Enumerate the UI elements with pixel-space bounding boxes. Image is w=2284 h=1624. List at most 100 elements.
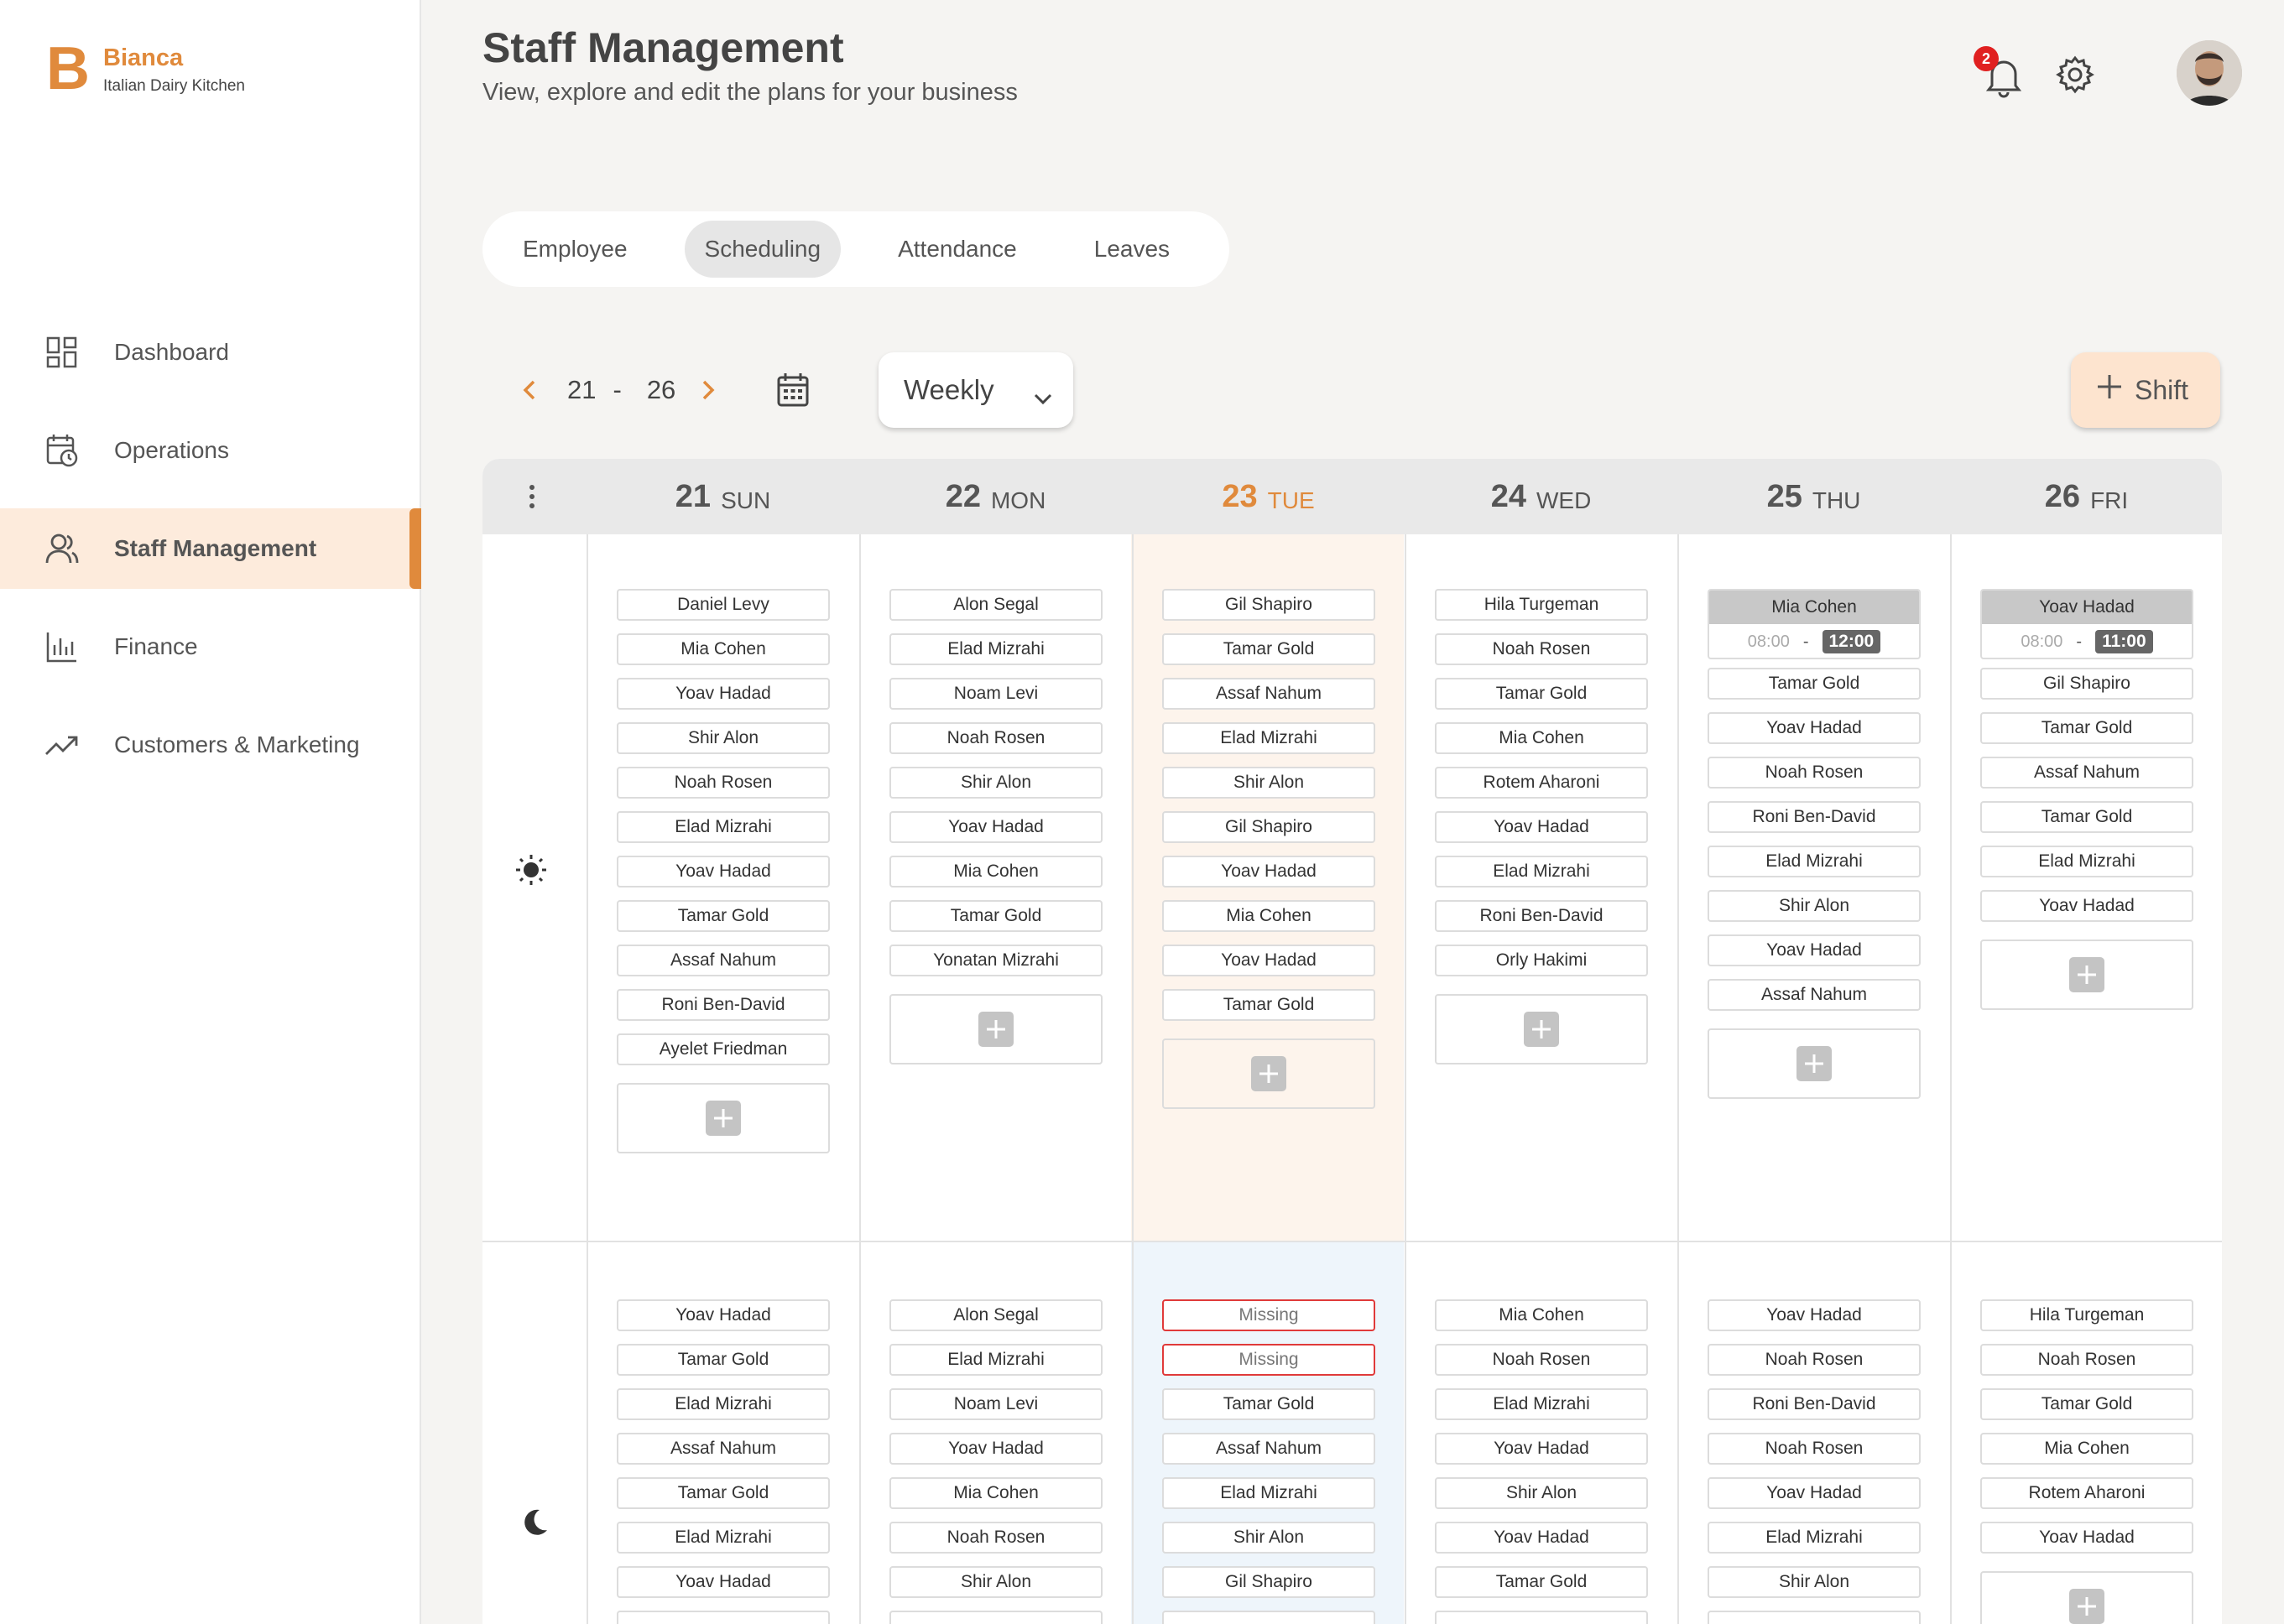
employee-shift-chip[interactable]: Tamar Gold [617, 1344, 830, 1376]
sidebar-item-finance[interactable]: Finance [0, 606, 421, 687]
day-header-tue[interactable]: 23 TUE [1132, 459, 1405, 534]
employee-shift-chip[interactable] [1435, 1611, 1648, 1624]
employee-shift-chip[interactable]: Mia Cohen [1435, 1299, 1648, 1331]
sidebar-item-dashboard[interactable]: Dashboard [0, 312, 421, 393]
missing-shift-chip[interactable]: Missing [1162, 1344, 1375, 1376]
employee-shift-chip[interactable]: Rotem Aharoni [1435, 767, 1648, 799]
employee-shift-chip[interactable]: Orly Hakimi [1435, 945, 1648, 976]
add-employee-button[interactable] [617, 1083, 830, 1153]
employee-shift-chip[interactable]: Yoav Hadad [617, 678, 830, 710]
employee-shift-chip[interactable]: Roni Ben-David [1435, 900, 1648, 932]
employee-shift-chip[interactable] [1708, 1611, 1921, 1624]
employee-shift-chip[interactable]: Shir Alon [1708, 1566, 1921, 1598]
employee-shift-chip[interactable]: Tamar Gold [1708, 668, 1921, 700]
employee-shift-chip[interactable] [1162, 1611, 1375, 1624]
employee-shift-chip[interactable]: Noam Levi [889, 1388, 1103, 1420]
employee-shift-chip[interactable]: Tamar Gold [1980, 1388, 2193, 1420]
employee-shift-chip[interactable] [617, 1611, 830, 1624]
employee-shift-chip[interactable]: Noah Rosen [889, 722, 1103, 754]
employee-shift-chip[interactable]: Tamar Gold [1435, 678, 1648, 710]
add-employee-button[interactable] [1435, 994, 1648, 1064]
employee-shift-chip[interactable]: Elad Mizrahi [617, 1388, 830, 1420]
day-header-fri[interactable]: 26 FRI [1950, 459, 2222, 534]
employee-shift-chip[interactable]: Gil Shapiro [1162, 1566, 1375, 1598]
employee-shift-chip[interactable]: Tamar Gold [1435, 1566, 1648, 1598]
employee-shift-chip[interactable]: Ayelet Friedman [617, 1033, 830, 1065]
shift-end-time[interactable]: 11:00 [2095, 630, 2153, 653]
employee-shift-chip[interactable]: Tamar Gold [1162, 633, 1375, 665]
employee-shift-chip[interactable]: Yoav Hadad [617, 856, 830, 887]
employee-shift-chip[interactable]: Shir Alon [889, 1566, 1103, 1598]
tab-scheduling[interactable]: Scheduling [684, 221, 842, 278]
employee-shift-chip[interactable]: Tamar Gold [889, 900, 1103, 932]
chevron-left-icon[interactable] [517, 369, 542, 411]
tab-leaves[interactable]: Leaves [1074, 221, 1190, 278]
employee-shift-chip[interactable]: Elad Mizrahi [1162, 1477, 1375, 1509]
employee-shift-chip[interactable]: Shir Alon [889, 767, 1103, 799]
employee-shift-chip[interactable]: Yoav Hadad [1708, 1299, 1921, 1331]
employee-shift-chip[interactable]: Yoav Hadad [1708, 712, 1921, 744]
tab-employee[interactable]: Employee [503, 221, 648, 278]
more-vertical-icon[interactable] [529, 484, 535, 509]
tab-attendance[interactable]: Attendance [878, 221, 1037, 278]
employee-shift-chip[interactable]: Mia Cohen [889, 856, 1103, 887]
employee-shift-chip[interactable]: Roni Ben-David [1708, 801, 1921, 833]
employee-shift-chip[interactable]: Yoav Hadad [1435, 811, 1648, 843]
employee-shift-chip[interactable]: Noah Rosen [1435, 1344, 1648, 1376]
add-employee-button[interactable] [1708, 1028, 1921, 1099]
employee-shift-chip[interactable]: Gil Shapiro [1162, 589, 1375, 621]
day-header-wed[interactable]: 24 WED [1405, 459, 1677, 534]
day-header-mon[interactable]: 22 MON [859, 459, 1132, 534]
day-header-thu[interactable]: 25 THU [1677, 459, 1950, 534]
employee-shift-chip[interactable]: Yoav Hadad [1162, 856, 1375, 887]
employee-shift-chip[interactable]: Yoav Hadad [1162, 945, 1375, 976]
employee-shift-chip[interactable]: Elad Mizrahi [1435, 1388, 1648, 1420]
employee-shift-chip[interactable]: Elad Mizrahi [1435, 856, 1648, 887]
employee-shift-chip[interactable]: Yoav Hadad [1708, 1477, 1921, 1509]
add-employee-button[interactable] [1980, 1571, 2193, 1624]
employee-shift-chip[interactable]: Assaf Nahum [1162, 1433, 1375, 1465]
employee-shift-chip[interactable]: Tamar Gold [1980, 712, 2193, 744]
employee-shift-chip[interactable] [889, 1611, 1103, 1624]
employee-shift-chip[interactable]: Yoav Hadad [617, 1566, 830, 1598]
employee-shift-chip[interactable]: Yoav Hadad [1708, 934, 1921, 966]
employee-shift-chip[interactable]: Shir Alon [617, 722, 830, 754]
timed-shift-card[interactable]: Yoav Hadad 08:00-11:00 [1980, 589, 2193, 659]
employee-shift-chip[interactable]: Assaf Nahum [1162, 678, 1375, 710]
employee-shift-chip[interactable]: Assaf Nahum [617, 945, 830, 976]
sidebar-item-operations[interactable]: Operations [0, 410, 421, 491]
employee-shift-chip[interactable]: Assaf Nahum [617, 1433, 830, 1465]
user-avatar[interactable] [2177, 40, 2242, 106]
employee-shift-chip[interactable]: Mia Cohen [617, 633, 830, 665]
employee-shift-chip[interactable]: Tamar Gold [1980, 801, 2193, 833]
employee-shift-chip[interactable]: Noah Rosen [1980, 1344, 2193, 1376]
employee-shift-chip[interactable]: Gil Shapiro [1162, 811, 1375, 843]
employee-shift-chip[interactable]: Roni Ben-David [1708, 1388, 1921, 1420]
employee-shift-chip[interactable]: Alon Segal [889, 589, 1103, 621]
employee-shift-chip[interactable]: Noah Rosen [1708, 1344, 1921, 1376]
employee-shift-chip[interactable]: Yoav Hadad [617, 1299, 830, 1331]
employee-shift-chip[interactable]: Elad Mizrahi [617, 811, 830, 843]
employee-shift-chip[interactable]: Elad Mizrahi [889, 633, 1103, 665]
employee-shift-chip[interactable]: Yonatan Mizrahi [889, 945, 1103, 976]
employee-shift-chip[interactable]: Yoav Hadad [1980, 1522, 2193, 1554]
employee-shift-chip[interactable]: Noah Rosen [1435, 633, 1648, 665]
employee-shift-chip[interactable]: Shir Alon [1708, 890, 1921, 922]
day-header-sun[interactable]: 21 SUN [587, 459, 859, 534]
employee-shift-chip[interactable]: Hila Turgeman [1435, 589, 1648, 621]
employee-shift-chip[interactable]: Noah Rosen [1708, 1433, 1921, 1465]
employee-shift-chip[interactable]: Rotem Aharoni [1980, 1477, 2193, 1509]
employee-shift-chip[interactable]: Yoav Hadad [1435, 1433, 1648, 1465]
shift-start-time[interactable]: 08:00 [1748, 632, 1790, 652]
employee-shift-chip[interactable]: Noah Rosen [1708, 757, 1921, 789]
employee-shift-chip[interactable]: Alon Segal [889, 1299, 1103, 1331]
employee-shift-chip[interactable]: Tamar Gold [617, 900, 830, 932]
sidebar-item-customers-marketing[interactable]: Customers & Marketing [0, 705, 421, 785]
add-employee-button[interactable] [1162, 1038, 1375, 1109]
employee-shift-chip[interactable]: Tamar Gold [617, 1477, 830, 1509]
employee-shift-chip[interactable]: Noah Rosen [617, 767, 830, 799]
timed-shift-card[interactable]: Mia Cohen 08:00-12:00 [1708, 589, 1921, 659]
settings-gear-icon[interactable] [2056, 55, 2094, 94]
employee-shift-chip[interactable]: Shir Alon [1162, 767, 1375, 799]
employee-shift-chip[interactable]: Yoav Hadad [889, 811, 1103, 843]
